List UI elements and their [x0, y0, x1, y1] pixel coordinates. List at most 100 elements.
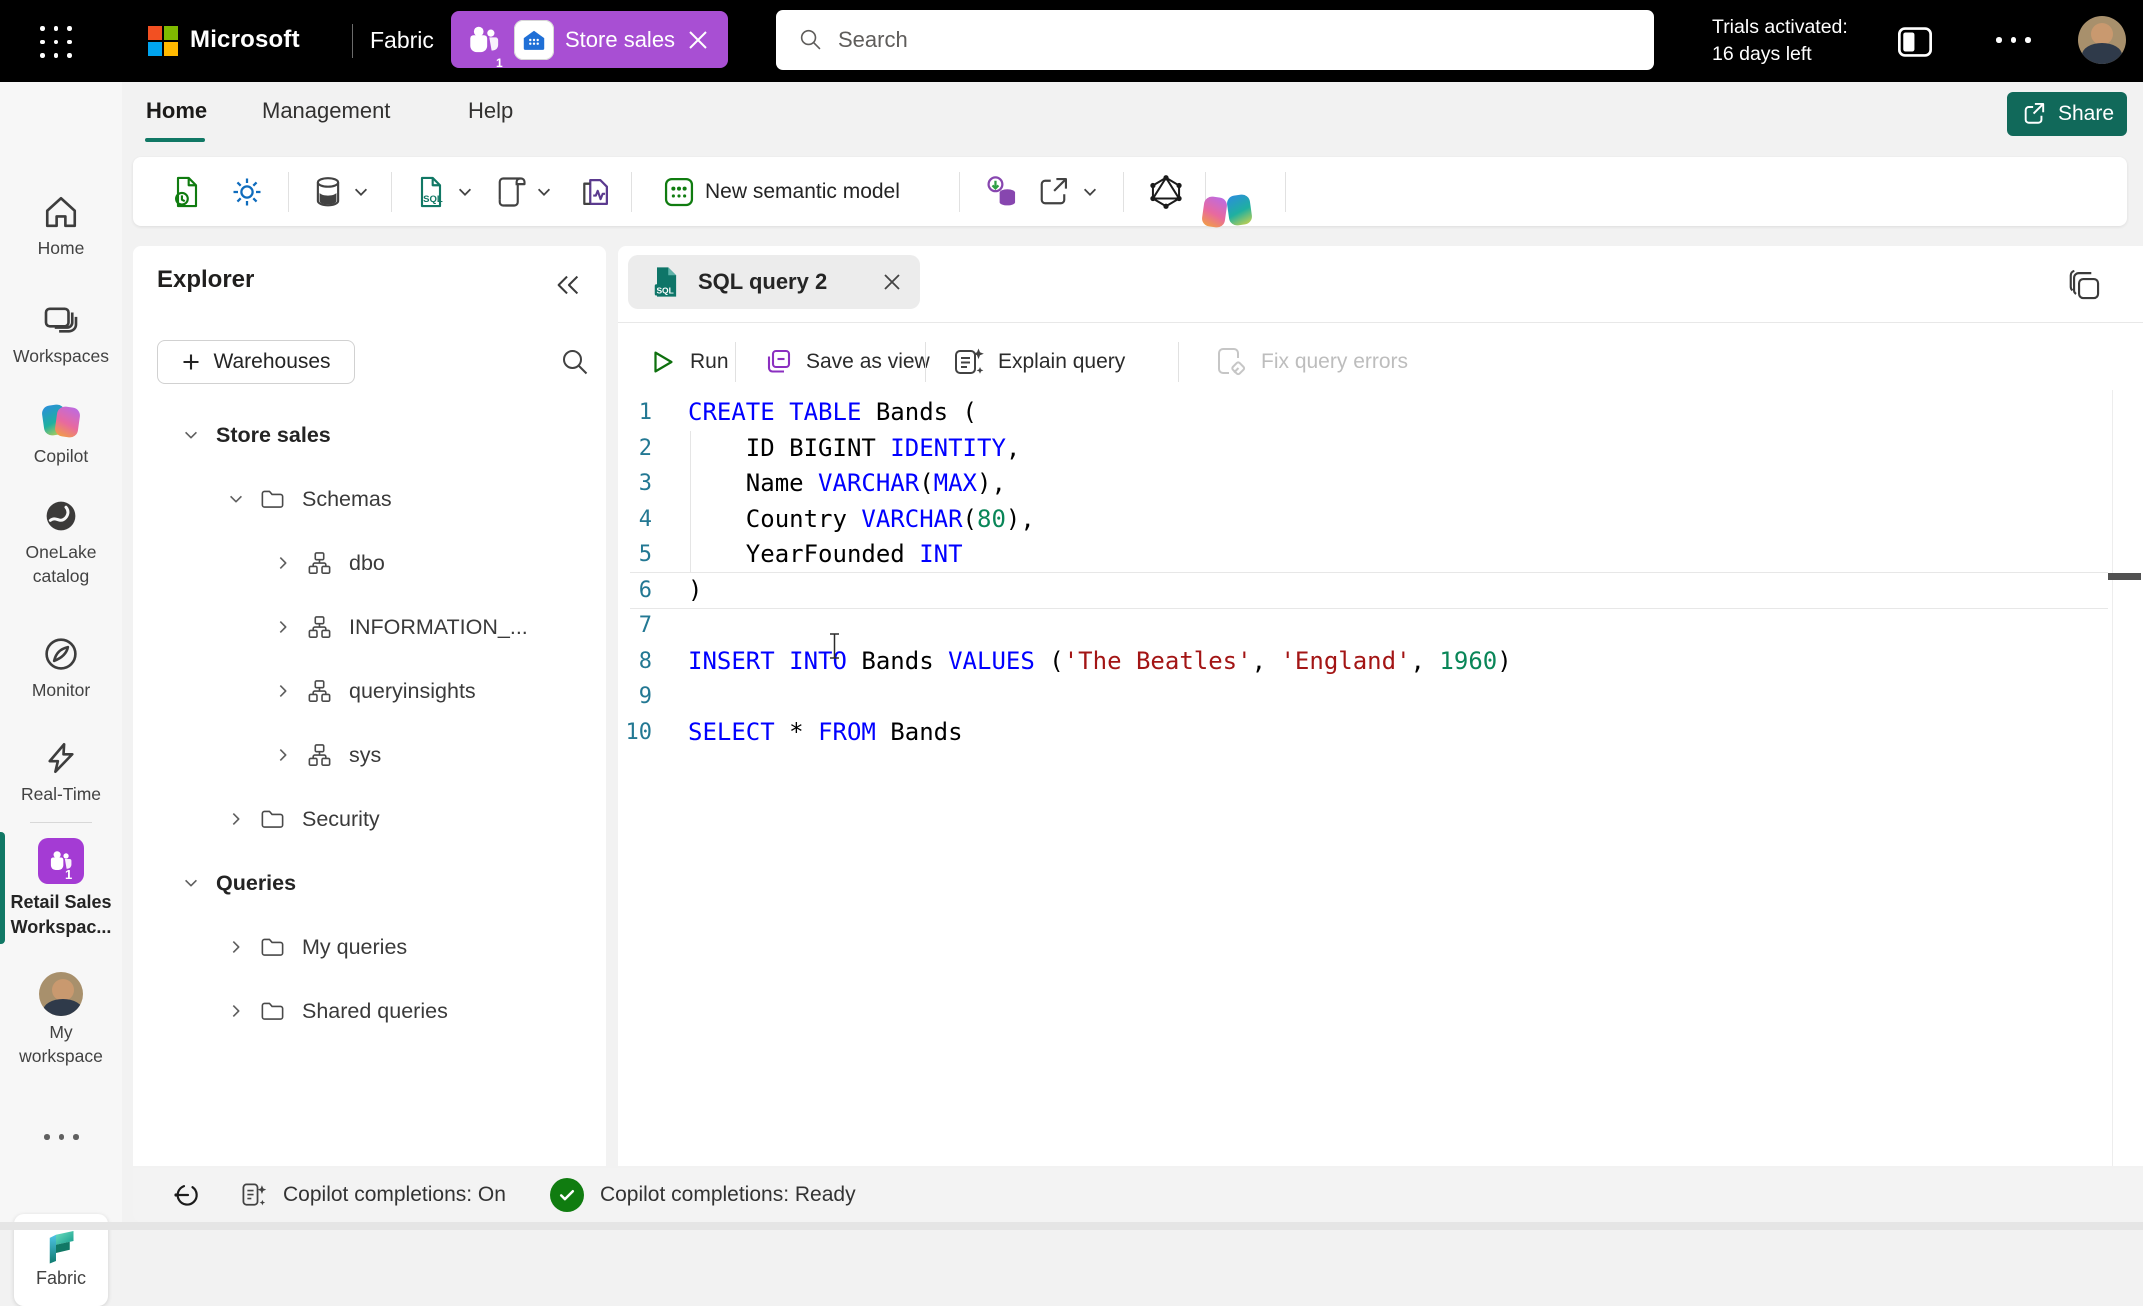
code-line-9[interactable]: 9 — [618, 679, 2108, 715]
tree-item-dbo[interactable]: dbo — [133, 531, 606, 595]
code-line-1[interactable]: 1CREATE TABLE Bands ( — [618, 395, 2108, 431]
copilot-completions-status[interactable]: Copilot completions: On — [283, 1183, 506, 1207]
retail-workspace-badge: 1 — [65, 863, 72, 887]
warehouse-db-icon[interactable] — [310, 174, 346, 210]
retail-workspace-teams-icon: 1 — [38, 838, 84, 884]
code-line-10[interactable]: 10SELECT * FROM Bands — [618, 715, 2108, 751]
script-icon[interactable] — [493, 174, 529, 210]
app-launcher-waffle-icon[interactable] — [36, 22, 76, 62]
code-line-2[interactable]: 2 ID BIGINT IDENTITY, — [618, 431, 2108, 467]
sidebar-item-copilot[interactable]: Copilot — [0, 402, 122, 468]
search-input[interactable]: Search — [776, 10, 1654, 70]
chevron-right-icon[interactable] — [227, 810, 245, 828]
overview-ruler-cursor-marker[interactable] — [2108, 573, 2141, 580]
settings-gear-icon[interactable] — [229, 174, 265, 210]
tab-sql-query-2[interactable]: SQL SQL query 2 — [628, 255, 920, 309]
get-data-icon[interactable] — [983, 173, 1021, 211]
sidebar-item-real-time[interactable]: Real-Time — [0, 738, 122, 806]
tree-item-queryinsights[interactable]: queryinsights — [133, 659, 606, 723]
run-button[interactable]: Run — [648, 330, 729, 394]
add-warehouses-button[interactable]: Warehouses — [157, 340, 355, 384]
tree-item-schemas[interactable]: Schemas — [133, 467, 606, 531]
chevron-down-icon[interactable] — [227, 490, 245, 508]
folder-icon — [259, 934, 286, 961]
script-chevron-icon[interactable] — [535, 183, 553, 201]
tree-item-queries[interactable]: Queries — [133, 851, 606, 915]
chevron-right-icon[interactable] — [274, 618, 292, 636]
overview-ruler — [2112, 390, 2113, 1166]
chevron-right-icon[interactable] — [227, 1002, 245, 1020]
account-avatar[interactable] — [2078, 16, 2126, 64]
share-button[interactable]: Share — [2007, 92, 2127, 136]
open-in-app-chevron-icon[interactable] — [1081, 183, 1099, 201]
chevron-right-icon[interactable] — [274, 682, 292, 700]
tab-management[interactable]: Management — [262, 98, 390, 124]
sidebar-item-retail-sales-workspace[interactable]: 1 Retail Sales Workspac... — [0, 838, 122, 940]
rail-more-icon[interactable] — [44, 1134, 79, 1140]
new-sql-file-icon[interactable]: SQL — [413, 174, 449, 210]
code-line-8[interactable]: 8INSERT INTO Bands VALUES ('The Beatles'… — [618, 644, 2108, 680]
teams-icon: 1 — [465, 23, 503, 57]
tree-item-shared-queries[interactable]: Shared queries — [133, 979, 606, 1043]
tree-item-security[interactable]: Security — [133, 787, 606, 851]
workspace-pill-label: Store sales — [565, 27, 675, 53]
tab-strip-divider — [618, 322, 2143, 323]
tab-help[interactable]: Help — [468, 98, 513, 124]
side-panel-toggle-icon[interactable] — [1896, 24, 1934, 60]
tree-item-information[interactable]: INFORMATION_... — [133, 595, 606, 659]
code-line-4[interactable]: 4 Country VARCHAR(80), — [618, 502, 2108, 538]
new-semantic-model-button[interactable]: New semantic model — [705, 180, 900, 204]
sidebar-item-my-workspace[interactable]: My workspace — [0, 972, 122, 1068]
save-as-view-button[interactable]: Save as view — [762, 330, 930, 394]
tree-item-label: Queries — [216, 871, 296, 896]
chevron-down-icon[interactable] — [182, 426, 200, 444]
close-workspace-icon[interactable] — [686, 28, 710, 52]
sql-file-chevron-icon[interactable] — [456, 183, 474, 201]
sidebar-item-workspaces[interactable]: Workspaces — [0, 300, 122, 368]
topbar-divider — [352, 24, 353, 58]
more-options-icon[interactable] — [1996, 37, 2031, 43]
fix-query-errors-button[interactable]: Fix query errors — [1215, 330, 1408, 394]
copilot-completions-icon[interactable] — [239, 1180, 269, 1210]
tree-item-label: queryinsights — [349, 679, 476, 704]
chevron-right-icon[interactable] — [227, 938, 245, 956]
explorer-search-icon[interactable] — [559, 346, 591, 378]
tab-label: SQL query 2 — [698, 269, 866, 295]
close-tab-icon[interactable] — [880, 270, 904, 294]
collapse-explorer-icon[interactable] — [553, 270, 583, 300]
sql-code-editor[interactable]: 1CREATE TABLE Bands (2 ID BIGINT IDENTIT… — [618, 395, 2108, 750]
code-line-6[interactable]: 6) — [618, 573, 2108, 609]
sidebar-item-monitor[interactable]: Monitor — [0, 634, 122, 702]
new-sql-query-icon[interactable] — [169, 174, 205, 210]
sidebar-item-onelake-catalog[interactable]: OneLake catalog — [0, 496, 122, 588]
svg-text:SQL: SQL — [423, 194, 443, 205]
chevron-down-icon[interactable] — [182, 874, 200, 892]
copy-as-icon[interactable] — [2066, 266, 2104, 304]
folder-icon — [259, 806, 286, 833]
store-sales-app-icon — [514, 20, 554, 60]
workspace-pill[interactable]: 1 Store sales — [451, 11, 728, 68]
tree-item-my-queries[interactable]: My queries — [133, 915, 606, 979]
code-line-3[interactable]: 3 Name VARCHAR(MAX), — [618, 466, 2108, 502]
left-nav-rail: Home Workspaces Copilot OneLake catalog — [0, 82, 122, 1230]
line-number: 1 — [618, 395, 652, 431]
open-in-app-icon[interactable] — [1035, 174, 1071, 210]
sidebar-item-home[interactable]: Home — [0, 192, 122, 260]
code-line-7[interactable]: 7 — [618, 608, 2108, 644]
warehouse-db-chevron-icon[interactable] — [352, 183, 370, 201]
tree-item-sys[interactable]: sys — [133, 723, 606, 787]
chevron-right-icon[interactable] — [274, 554, 292, 572]
chevron-right-icon[interactable] — [274, 746, 292, 764]
code-line-5[interactable]: 5 YearFounded INT — [618, 537, 2108, 573]
code-text: ) — [688, 573, 702, 609]
ribbon-separator — [631, 172, 632, 212]
tab-home[interactable]: Home — [146, 98, 207, 124]
tree-item-label: INFORMATION_... — [349, 615, 528, 640]
tree-item-store-sales[interactable]: Store sales — [133, 403, 606, 467]
graphql-api-icon[interactable] — [1147, 173, 1185, 211]
collapse-status-icon[interactable] — [171, 1179, 203, 1211]
explain-query-button[interactable]: Explain query — [952, 330, 1125, 394]
visual-query-icon[interactable] — [576, 173, 614, 211]
semantic-model-icon[interactable] — [661, 174, 697, 210]
tree-item-label: sys — [349, 743, 381, 768]
